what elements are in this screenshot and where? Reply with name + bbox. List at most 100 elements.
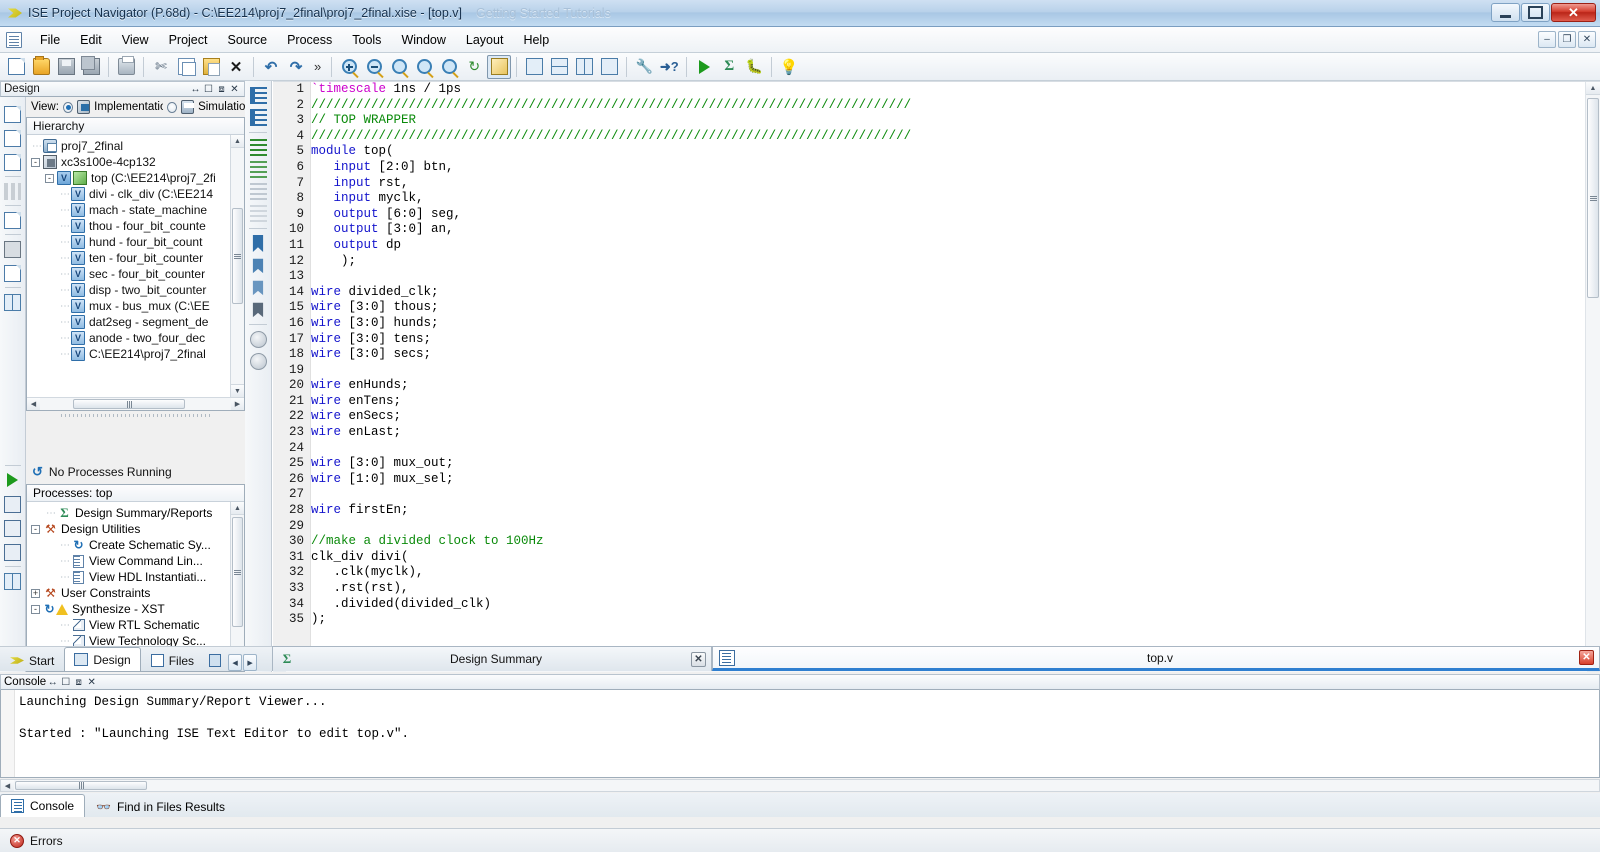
redo-button[interactable]: ↷	[284, 55, 308, 79]
new-source-tool[interactable]	[2, 103, 24, 125]
close-icon[interactable]: ✕	[1579, 650, 1594, 665]
hierarchy-node[interactable]: ⋯ Vmach - state_machine	[27, 202, 230, 218]
process-node[interactable]: ⋯ Σ Design Summary/Reports	[27, 505, 230, 521]
toggle-bookmark-tool[interactable]	[247, 233, 269, 254]
tile-vertical-button[interactable]	[572, 55, 596, 79]
close-icon[interactable]: ✕	[691, 651, 706, 667]
code-line[interactable]	[311, 269, 1585, 285]
doc-tab-design-summary[interactable]: Σ Design Summary ✕	[272, 646, 712, 671]
tab-libraries[interactable]	[204, 649, 226, 671]
collapse-toggle-icon[interactable]: -	[31, 524, 40, 534]
back-tool[interactable]	[247, 329, 269, 350]
design-goals-tool[interactable]	[2, 570, 24, 592]
tab-start[interactable]: Start	[0, 649, 64, 671]
process-node[interactable]: - ↻ Synthesize - XST	[27, 601, 230, 617]
window-minimize-button[interactable]	[1491, 3, 1520, 22]
collapse-toggle-icon[interactable]: -	[31, 604, 40, 614]
hierarchy-vertical-scrollbar[interactable]: ▲ ▼	[230, 135, 244, 397]
comment-block-tool[interactable]	[247, 181, 269, 202]
scroll-right-arrow-icon[interactable]: ▶	[231, 398, 244, 410]
hierarchy-tree[interactable]: ⋯ proj7_2final - xc3s100e-4cp132- Vtop (C:\E…	[27, 135, 230, 397]
scroll-up-arrow-icon[interactable]: ▲	[231, 135, 244, 148]
code-line[interactable]: input rst,	[311, 176, 1585, 192]
stop-process-tool[interactable]	[2, 541, 24, 563]
menu-layout[interactable]: Layout	[456, 29, 514, 51]
decrease-indent-tool[interactable]	[247, 85, 269, 106]
ip-catalog-tool[interactable]	[2, 180, 24, 202]
zoom-out-button[interactable]	[362, 55, 386, 79]
copy-button[interactable]	[174, 55, 198, 79]
tab-scroll-left-button[interactable]: ◀	[228, 654, 243, 671]
code-line[interactable]: wire [3:0] mux_out;	[311, 456, 1585, 472]
manual-compile-tool[interactable]	[2, 238, 24, 260]
comment-lines-tool[interactable]	[247, 137, 269, 158]
hierarchy-node[interactable]: ⋯ V C:\EE214\proj7_2final	[27, 346, 230, 362]
zoom-area-button[interactable]	[412, 55, 436, 79]
code-line[interactable]	[311, 363, 1585, 379]
next-bookmark-tool[interactable]	[247, 255, 269, 276]
arrange-windows-button[interactable]	[597, 55, 621, 79]
scrollbar-thumb[interactable]	[73, 399, 185, 409]
menu-process[interactable]: Process	[277, 29, 342, 51]
process-node[interactable]: ⋯ View RTL Schematic	[27, 617, 230, 633]
hierarchy-node[interactable]: ⋯ Vanode - two_four_dec	[27, 330, 230, 346]
uncomment-lines-tool[interactable]	[247, 159, 269, 180]
code-line[interactable]: clk_div divi(	[311, 550, 1585, 566]
code-line[interactable]: //make a divided clock to 100Hz	[311, 534, 1585, 550]
console-horizontal-scrollbar[interactable]: ◀	[0, 779, 1600, 792]
code-line[interactable]: wire divided_clk;	[311, 285, 1585, 301]
uncomment-block-tool[interactable]	[247, 203, 269, 224]
rerun-all-tool[interactable]	[2, 517, 24, 539]
hierarchy-node[interactable]: ⋯ Vthou - four_bit_counte	[27, 218, 230, 234]
code-line[interactable]: wire [3:0] tens;	[311, 332, 1585, 348]
prev-bookmark-tool[interactable]	[247, 277, 269, 298]
code-line[interactable]: wire [3:0] secs;	[311, 347, 1585, 363]
code-line[interactable]	[311, 519, 1585, 535]
remove-source-tool[interactable]	[2, 209, 24, 231]
tip-of-day-button[interactable]: 💡	[777, 55, 801, 79]
window-close-button[interactable]: ✕	[1551, 3, 1596, 22]
code-line[interactable]: );	[311, 254, 1585, 270]
paste-button[interactable]	[199, 55, 223, 79]
code-line[interactable]: wire [3:0] thous;	[311, 300, 1585, 316]
panel-splitter[interactable]	[26, 412, 245, 419]
process-node[interactable]: - ⚒ Design Utilities	[27, 521, 230, 537]
code-line[interactable]: // TOP WRAPPER	[311, 113, 1585, 129]
collapse-toggle-icon[interactable]: -	[31, 157, 40, 167]
tab-design[interactable]: Design	[64, 647, 141, 671]
check-source-tool[interactable]	[2, 262, 24, 284]
save-all-button[interactable]	[79, 55, 103, 79]
new-file-button[interactable]	[4, 55, 28, 79]
process-node[interactable]: + ⚒ User Constraints	[27, 585, 230, 601]
hierarchy-node[interactable]: ⋯ Vhund - four_bit_count	[27, 234, 230, 250]
code-view[interactable]: 1 2 3 4 5 6 7 8 9 10 11 12 13 14 15 16 17 18 19 20 21 22 23 24 2…	[273, 81, 1600, 672]
design-summary-button[interactable]: Σ	[717, 55, 741, 79]
menu-tools[interactable]: Tools	[342, 29, 391, 51]
tile-horizontal-button[interactable]	[547, 55, 571, 79]
code-line[interactable]: wire [3:0] hunds;	[311, 316, 1585, 332]
process-node[interactable]: ⋯ View HDL Instantiati...	[27, 569, 230, 585]
refresh-button[interactable]: ↻	[462, 55, 486, 79]
code-line[interactable]: module top(	[311, 144, 1585, 160]
view-implementation-radio[interactable]	[62, 101, 73, 113]
zoom-selection-button[interactable]	[437, 55, 461, 79]
tab-scroll-right-button[interactable]: ▶	[243, 654, 258, 671]
scroll-up-arrow-icon[interactable]: ▲	[1586, 82, 1600, 95]
menu-edit[interactable]: Edit	[70, 29, 112, 51]
code-line[interactable]: );	[311, 612, 1585, 628]
expand-toggle-icon[interactable]: +	[31, 588, 40, 598]
mdi-close-button[interactable]: ✕	[1578, 31, 1596, 48]
scrollbar-thumb[interactable]	[232, 208, 243, 304]
add-copy-source-tool[interactable]	[2, 151, 24, 173]
editor-vertical-scrollbar[interactable]: ▲ ▼	[1585, 82, 1600, 659]
zoom-fit-button[interactable]	[387, 55, 411, 79]
hierarchy-node[interactable]: ⋯ Vten - four_bit_counter	[27, 250, 230, 266]
context-help-button[interactable]: ➜?	[657, 55, 681, 79]
console-output[interactable]: Launching Design Summary/Report Viewer..…	[0, 690, 1600, 778]
scrollbar-thumb[interactable]	[1587, 98, 1599, 298]
close-icon[interactable]: ✕	[85, 676, 98, 689]
save-button[interactable]	[54, 55, 78, 79]
toolbar-overflow-button[interactable]: »	[309, 59, 326, 74]
increase-indent-tool[interactable]	[247, 107, 269, 128]
hierarchy-horizontal-scrollbar[interactable]: ◀ ▶	[27, 397, 244, 410]
